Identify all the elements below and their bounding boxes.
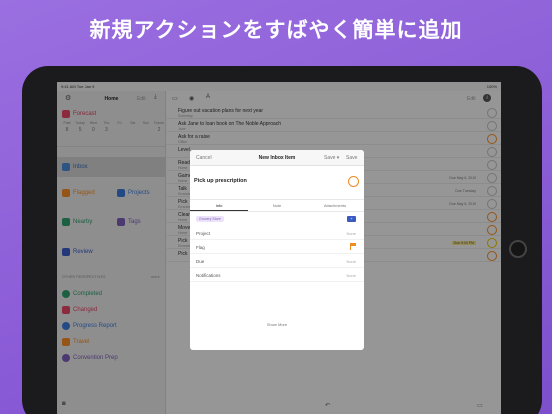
field-value: None	[346, 259, 356, 264]
headline: 新規アクションをすばやく簡単に追加	[89, 18, 463, 42]
tag-chip[interactable]: Grocery Store	[196, 216, 224, 222]
dialog-tabs: Info Note Attachments	[190, 200, 364, 212]
field-label: Due	[196, 259, 205, 264]
screen: 9:41 AM Tue Jan 9 100% ⚙ Home Edit ⤓ For…	[57, 82, 501, 414]
field-label: Flag	[196, 245, 205, 250]
tab-info[interactable]: Info	[190, 200, 248, 211]
project-field[interactable]: Project None	[190, 226, 364, 240]
status-circle[interactable]	[348, 176, 359, 187]
due-field[interactable]: Due None	[190, 254, 364, 268]
add-tag-icon[interactable]: +	[347, 216, 356, 222]
flag-field[interactable]: Flag	[190, 240, 364, 254]
save-button[interactable]: Save	[346, 155, 357, 161]
field-label: Notifications	[196, 273, 221, 278]
tab-attachments[interactable]: Attachments	[306, 200, 364, 211]
save-menu-button[interactable]: Save ▾	[324, 155, 339, 161]
show-more-button[interactable]: Show More	[190, 322, 364, 327]
home-button[interactable]	[509, 240, 527, 258]
field-value: None	[346, 231, 356, 236]
task-name-field[interactable]: Pick up prescription	[190, 166, 364, 200]
tags-field[interactable]: Grocery Store +	[190, 212, 364, 226]
dialog-header: Cancel New Inbox Item Save ▾ Save	[190, 150, 364, 166]
field-label: Project	[196, 231, 211, 236]
tab-note[interactable]: Note	[248, 200, 306, 211]
new-inbox-item-dialog: Cancel New Inbox Item Save ▾ Save Pick u…	[190, 150, 364, 350]
notifications-field[interactable]: Notifications None	[190, 268, 364, 282]
task-name[interactable]: Pick up prescription	[194, 178, 247, 184]
field-value: None	[346, 273, 356, 278]
flag-icon[interactable]	[350, 243, 356, 250]
